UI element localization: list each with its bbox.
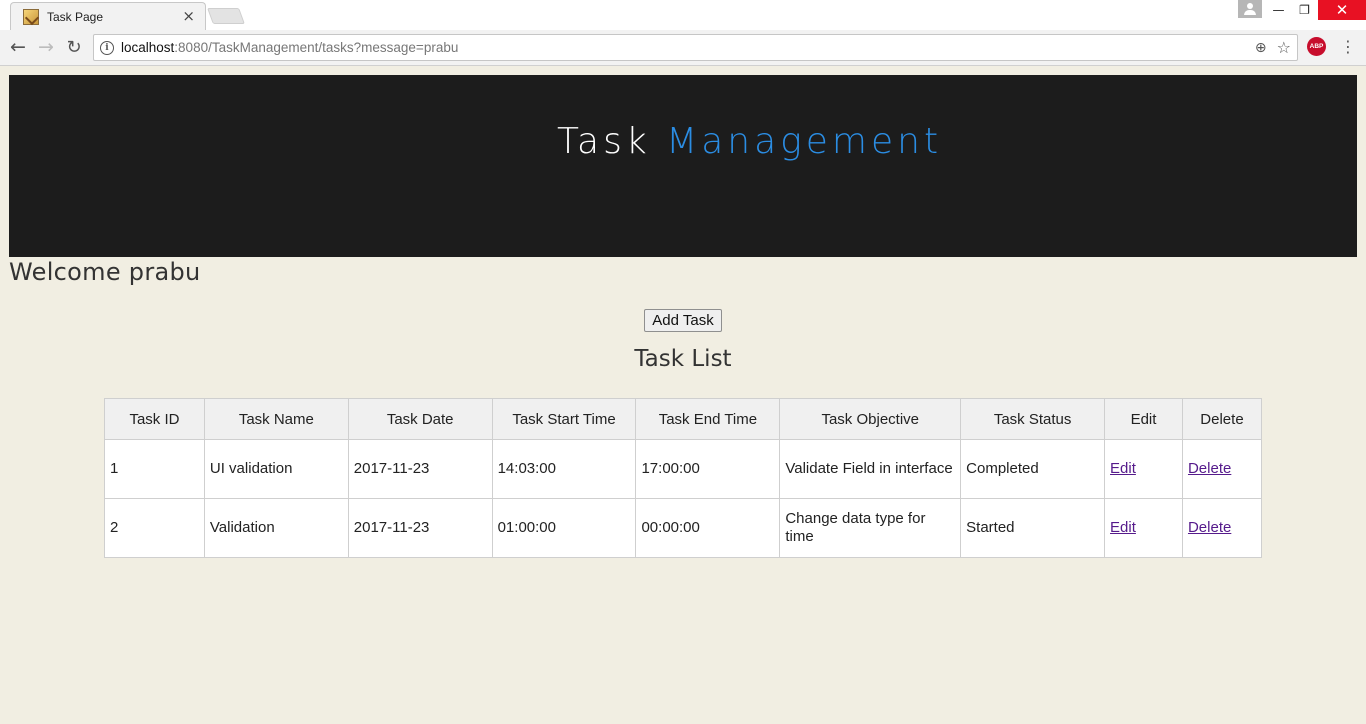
- close-window-button[interactable]: ✕: [1318, 0, 1366, 20]
- back-arrow-icon[interactable]: ←: [7, 36, 29, 58]
- address-bar[interactable]: i localhost:8080/TaskManagement/tasks?me…: [93, 34, 1298, 61]
- task-name-cell: Validation: [203, 498, 349, 558]
- delete-link[interactable]: Delete: [1188, 519, 1231, 536]
- column-header: Edit: [1104, 398, 1183, 440]
- task-status-cell: Started: [960, 498, 1106, 558]
- reload-icon[interactable]: ↻: [63, 36, 85, 58]
- column-header: Task Start Time: [491, 398, 637, 440]
- task-end-cell: 00:00:00: [635, 498, 781, 558]
- column-header: Task Name: [203, 398, 349, 440]
- task-start-cell: 14:03:00: [491, 439, 637, 499]
- browser-tab[interactable]: Task Page ×: [10, 2, 206, 30]
- adblock-plus-icon[interactable]: ABP: [1307, 37, 1326, 56]
- edit-link[interactable]: Edit: [1110, 460, 1136, 477]
- column-header: Task ID: [104, 398, 205, 440]
- task-objective-cell: Validate Field in interface: [779, 439, 962, 499]
- task-id-cell: 1: [104, 439, 205, 499]
- task-name-cell: UI validation: [203, 439, 349, 499]
- edit-link[interactable]: Edit: [1110, 519, 1136, 536]
- task-start-cell: 01:00:00: [491, 498, 637, 558]
- task-objective-cell: Change data type for time: [779, 498, 962, 558]
- delete-cell: Delete: [1181, 498, 1263, 558]
- minimize-button[interactable]: —: [1265, 0, 1292, 20]
- task-end-cell: 17:00:00: [635, 439, 781, 499]
- browser-toolbar: ← → ↻ i localhost:8080/TaskManagement/ta…: [0, 30, 1366, 66]
- url-text[interactable]: localhost:8080/TaskManagement/tasks?mess…: [121, 40, 1255, 55]
- column-header: Task Objective: [779, 398, 962, 440]
- welcome-message: Welcome prabu: [9, 258, 201, 286]
- new-tab-button[interactable]: [207, 8, 245, 24]
- user-profile-icon[interactable]: [1238, 0, 1262, 18]
- bookmark-star-icon[interactable]: ☆: [1277, 38, 1291, 57]
- column-header: Delete: [1181, 398, 1263, 440]
- delete-link[interactable]: Delete: [1188, 460, 1231, 477]
- column-header: Task Date: [347, 398, 493, 440]
- tab-title: Task Page: [47, 9, 104, 24]
- title-word-task: Task: [557, 121, 651, 162]
- page-title: Task Management: [557, 121, 942, 162]
- column-header: Task End Time: [635, 398, 781, 440]
- edit-cell: Edit: [1104, 439, 1183, 499]
- table-row: 2 Validation 2017-11-23 01:00:00 00:00:0…: [104, 498, 1263, 558]
- table-header-row: Task ID Task Name Task Date Task Start T…: [104, 398, 1263, 440]
- site-info-icon[interactable]: i: [100, 40, 114, 55]
- forward-arrow-icon[interactable]: →: [35, 36, 57, 58]
- task-list-heading: Task List: [634, 346, 732, 372]
- title-word-management: Management: [666, 121, 943, 162]
- edit-cell: Edit: [1104, 498, 1183, 558]
- task-id-cell: 2: [104, 498, 205, 558]
- column-header: Task Status: [960, 398, 1106, 440]
- task-status-cell: Completed: [960, 439, 1106, 499]
- task-table: Task ID Task Name Task Date Task Start T…: [104, 398, 1263, 558]
- browser-titlebar: Task Page × — ❐ ✕: [0, 0, 1366, 30]
- table-row: 1 UI validation 2017-11-23 14:03:00 17:0…: [104, 439, 1263, 499]
- task-date-cell: 2017-11-23: [347, 498, 493, 558]
- task-date-cell: 2017-11-23: [347, 439, 493, 499]
- favicon-icon: [23, 8, 39, 25]
- zoom-icon[interactable]: ⊕: [1255, 40, 1267, 56]
- restore-button[interactable]: ❐: [1291, 0, 1318, 20]
- browser-menu-icon[interactable]: ⋮: [1338, 38, 1358, 56]
- delete-cell: Delete: [1181, 439, 1263, 499]
- add-task-button[interactable]: Add Task: [644, 309, 722, 332]
- tab-close-icon[interactable]: ×: [182, 9, 195, 24]
- header-banner: Task Management: [9, 75, 1357, 257]
